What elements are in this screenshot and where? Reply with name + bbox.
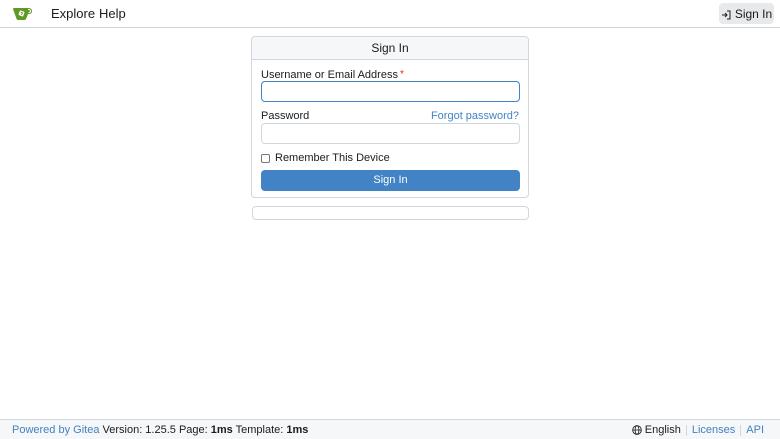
template-text: Template: <box>235 424 284 436</box>
remember-device-label: Remember This Device <box>275 152 390 164</box>
globe-icon <box>632 425 642 435</box>
remember-device-checkbox[interactable] <box>261 153 270 163</box>
username-label: Username or Email Address * <box>261 69 404 81</box>
password-input[interactable] <box>261 123 520 144</box>
template-time: 1ms <box>286 424 309 436</box>
footer-links: English Licenses API <box>632 420 764 439</box>
footer-divider <box>740 424 742 436</box>
password-label: Password <box>261 110 310 122</box>
footer: Powered by Gitea Version: 1.25.5 Page: 1… <box>0 419 780 439</box>
licenses-link[interactable]: Licenses <box>692 424 735 436</box>
language-selector[interactable]: English <box>632 424 681 436</box>
version-text: Version: 1.25.5 Page: <box>102 424 208 436</box>
forgot-password-link[interactable]: Forgot password? <box>431 110 519 122</box>
nav-signin-button[interactable]: Sign In <box>719 3 774 24</box>
page-time: 1ms <box>210 424 233 436</box>
navbar: Explore Help Sign In <box>0 0 780 28</box>
required-marker: * <box>399 69 404 80</box>
nav-signin-label: Sign In <box>734 6 773 21</box>
api-link[interactable]: API <box>746 424 764 436</box>
nav-explore-link[interactable]: Explore <box>51 0 95 27</box>
username-input[interactable] <box>261 81 520 102</box>
powered-by-gitea-link[interactable]: Powered by Gitea <box>12 424 99 436</box>
signin-card: Sign In Username or Email Address * Passw… <box>251 36 529 198</box>
gitea-logo-icon[interactable] <box>12 6 34 22</box>
remember-device-row[interactable]: Remember This Device <box>261 152 390 164</box>
nav-help-link[interactable]: Help <box>99 0 126 27</box>
signin-submit-button[interactable]: Sign In <box>261 170 520 191</box>
username-label-text: Username or Email Address <box>261 69 398 81</box>
footer-divider <box>685 424 687 436</box>
language-label: English <box>644 424 681 436</box>
empty-panel <box>252 206 529 220</box>
footer-info: Powered by Gitea Version: 1.25.5 Page: 1… <box>12 420 308 439</box>
signin-card-title: Sign In <box>252 37 528 60</box>
sign-in-icon <box>721 9 731 19</box>
